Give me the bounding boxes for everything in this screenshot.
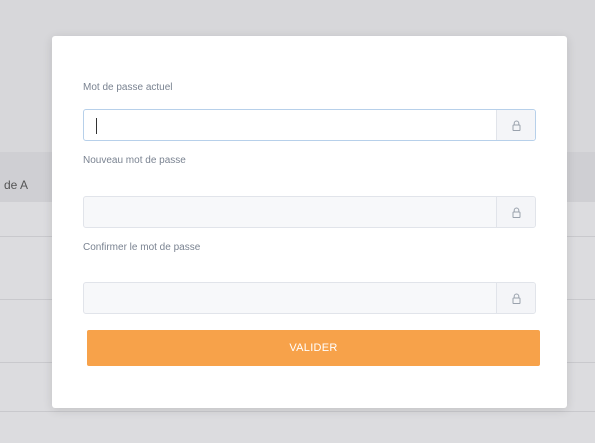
confirm-password-field: [83, 282, 536, 314]
new-password-input[interactable]: [84, 197, 496, 227]
current-password-input[interactable]: [84, 110, 496, 140]
current-password-label: Mot de passe actuel: [83, 82, 173, 93]
background-row-divider: [0, 411, 595, 412]
text-caret: [96, 118, 97, 134]
confirm-password-input[interactable]: [84, 283, 496, 313]
lock-icon: [512, 120, 520, 131]
background-table-header-text: de A: [4, 178, 29, 192]
current-password-field: [83, 109, 536, 141]
new-password-lock-addon: [496, 197, 535, 227]
lock-icon: [512, 207, 520, 218]
lock-icon: [512, 293, 520, 304]
submit-button[interactable]: VALIDER: [87, 330, 540, 366]
confirm-password-label: Confirmer le mot de passe: [83, 242, 201, 253]
new-password-field: [83, 196, 536, 228]
current-password-lock-addon: [496, 110, 535, 140]
confirm-password-lock-addon: [496, 283, 535, 313]
change-password-modal: Mot de passe actuel Nouveau mot de passe…: [52, 36, 567, 408]
new-password-label: Nouveau mot de passe: [83, 155, 186, 166]
